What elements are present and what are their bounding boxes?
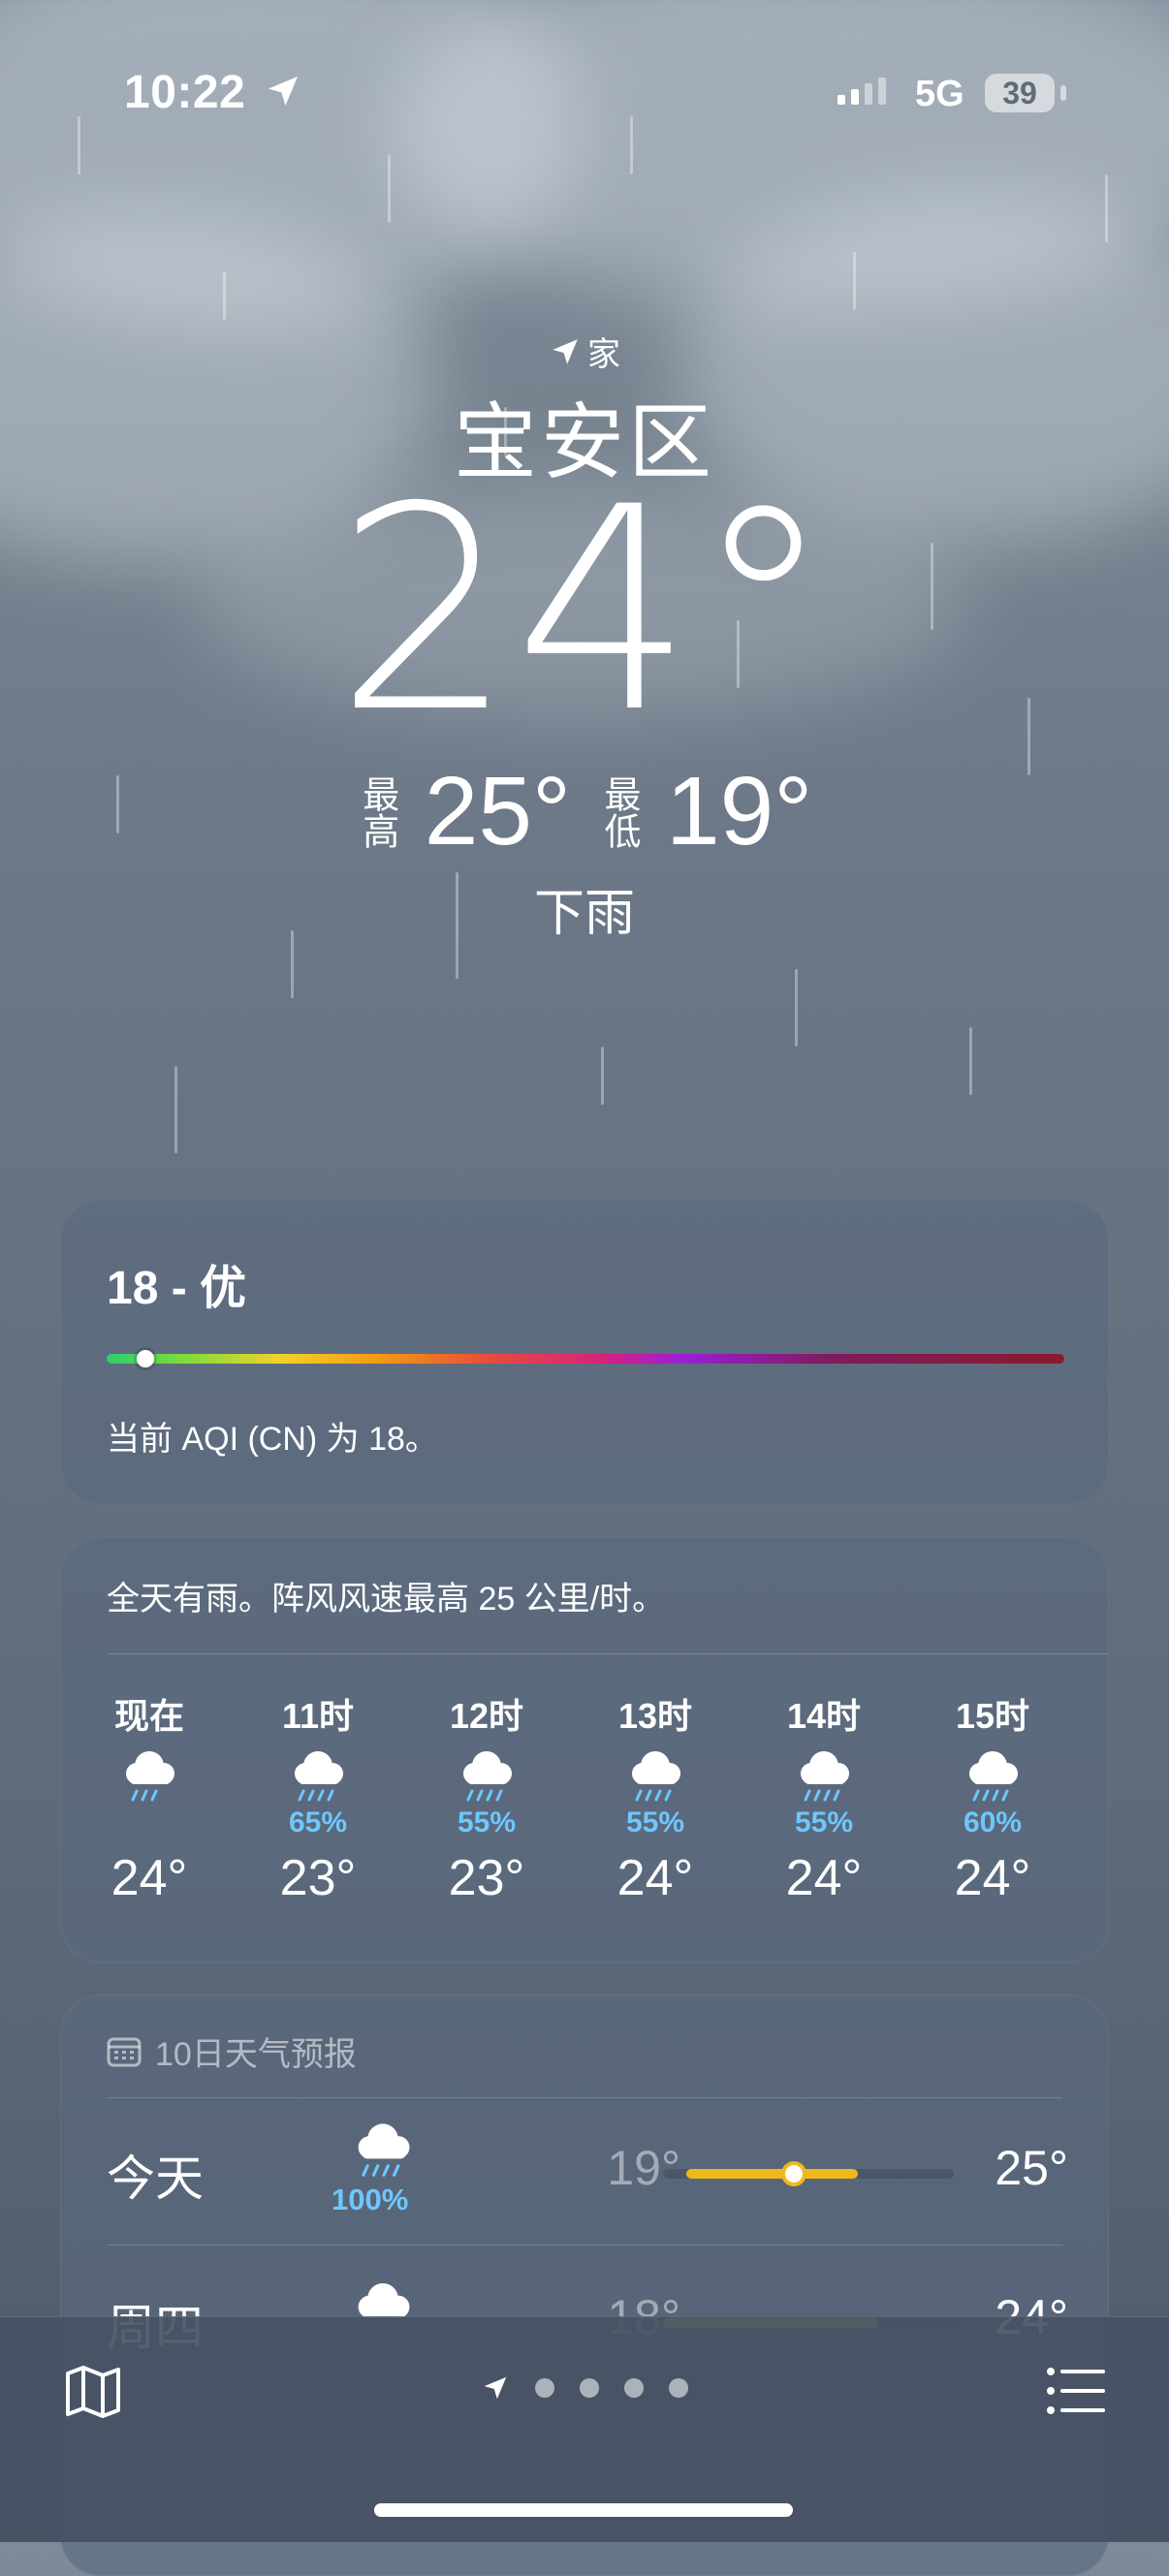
location-arrow-icon: [553, 338, 578, 364]
hour-temperature: 24°: [785, 1850, 863, 1906]
hourly-item: 12时 55% 23°: [419, 1688, 554, 1907]
hour-temperature: 24°: [616, 1850, 694, 1906]
hour-precip-prob: 55%: [794, 1806, 854, 1838]
hour-precip-prob: 65%: [288, 1806, 348, 1838]
daily-forecast-title: 10日天气预报: [155, 2036, 357, 2073]
page-dot[interactable]: [535, 2378, 554, 2398]
hour-precip-prob: 60%: [963, 1806, 1023, 1838]
hour-label: 15时: [955, 1696, 1030, 1736]
page-dot[interactable]: [580, 2378, 599, 2398]
weather-condition: 下雨: [533, 886, 635, 942]
location-tag-label: 家: [587, 336, 620, 373]
daily-row-today[interactable]: 今天 100% 19° 25°: [60, 2111, 1109, 2227]
day-precip-prob: 100%: [332, 2183, 409, 2216]
hour-label: 12时: [449, 1696, 524, 1736]
calendar-icon: [107, 2037, 142, 2066]
temperature-range-bar: [686, 2169, 858, 2179]
day-name: 今天: [107, 2152, 204, 2206]
divider: [107, 2245, 1062, 2246]
battery-indicator: 39: [985, 74, 1055, 112]
hour-label: 现在: [113, 1696, 184, 1736]
aqi-scale-bar: [107, 1354, 1064, 1364]
rain-cloud-icon: [358, 2123, 410, 2177]
page-indicator[interactable]: [0, 2373, 1169, 2403]
divider: [107, 2097, 1062, 2098]
high-temperature: 25°: [424, 757, 571, 865]
current-temperature-marker: [785, 2165, 803, 2183]
hour-temperature: 24°: [111, 1850, 188, 1906]
hour-precip-prob: 55%: [625, 1806, 685, 1838]
low-temperature: 19°: [666, 757, 813, 865]
hour-temperature: 23°: [279, 1850, 357, 1906]
hour-precip-prob: [81, 1806, 217, 1841]
page-dot[interactable]: [669, 2378, 688, 2398]
hourly-item: 15时 60% 24°: [925, 1688, 1060, 1907]
aqi-title: 18 - 优: [107, 1263, 247, 1314]
rain-cloud-icon: [295, 1751, 343, 1802]
current-temperature: 24°: [334, 448, 834, 774]
rain-cloud-icon: [126, 1751, 174, 1802]
aqi-card[interactable]: 18 - 优 当前 AQI (CN) 为 18。: [60, 1199, 1109, 1505]
hour-label: 11时: [281, 1696, 355, 1736]
home-indicator[interactable]: [374, 2503, 793, 2517]
page-dot[interactable]: [624, 2378, 644, 2398]
daily-forecast-header: 10日天气预报: [107, 2027, 357, 2075]
hour-temperature: 24°: [954, 1850, 1031, 1906]
hour-label: 13时: [617, 1696, 693, 1736]
hourly-item: 11时 65% 23°: [250, 1688, 386, 1907]
low-label: 最低: [598, 774, 639, 849]
cellular-signal-icon: [837, 78, 886, 105]
hourly-item: 13时 55% 24°: [587, 1688, 723, 1907]
rain-cloud-icon: [969, 1751, 1018, 1802]
rain-cloud-icon: [632, 1751, 680, 1802]
high-low-temperature: 最高 25° 最低 19°: [0, 756, 1169, 867]
aqi-description: 当前 AQI (CN) 为 18。: [107, 1421, 438, 1458]
hourly-item: 现在 24°: [81, 1688, 217, 1907]
hour-temperature: 23°: [448, 1850, 525, 1906]
rain-cloud-icon: [801, 1751, 849, 1802]
network-type: 5G: [915, 74, 964, 114]
battery-tip: [1060, 85, 1066, 101]
aqi-indicator: [136, 1350, 154, 1367]
hourly-item: 14时 55% 24°: [756, 1688, 892, 1907]
divider: [107, 1653, 1109, 1654]
list-icon[interactable]: [1041, 2356, 1111, 2426]
status-time: 10:22: [124, 67, 246, 118]
location-arrow-icon[interactable]: [481, 2373, 510, 2403]
hour-precip-prob: 55%: [457, 1806, 517, 1838]
high-label: 最高: [356, 774, 397, 849]
location-tag: 家: [0, 328, 1169, 375]
hourly-summary: 全天有雨。阵风风速最高 25 公里/时。: [107, 1581, 666, 1618]
day-low: 19°: [607, 2141, 680, 2195]
status-bar: 10:22 5G 39: [0, 0, 1169, 194]
temperature-range-track: [663, 2165, 954, 2183]
hour-label: 14时: [786, 1696, 862, 1736]
rain-cloud-icon: [463, 1751, 512, 1802]
bottom-toolbar: [0, 2316, 1169, 2542]
hourly-forecast-card[interactable]: 全天有雨。阵风风速最高 25 公里/时。 现在 24° 11时 65% 23° …: [60, 1537, 1109, 1963]
day-high: 25°: [995, 2141, 1068, 2195]
location-arrow-icon: [269, 77, 298, 106]
